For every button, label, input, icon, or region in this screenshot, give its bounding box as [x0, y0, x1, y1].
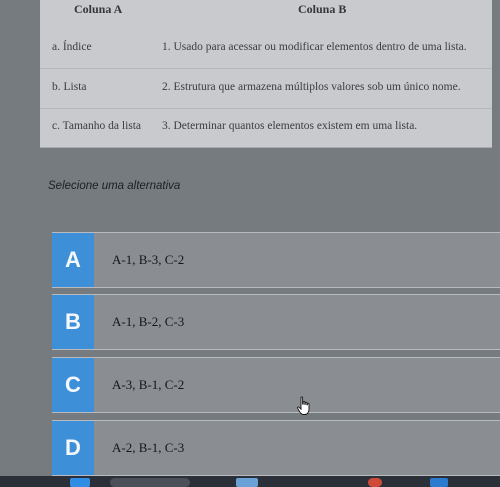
option-text: A-2, B-1, C-3	[112, 440, 185, 455]
windows-start-icon[interactable]	[70, 478, 90, 487]
matching-table: Coluna A Coluna B a. Índice 1. Usado par…	[40, 0, 492, 148]
option-b[interactable]: B A-1, B-2, C-3	[52, 294, 500, 350]
column-b-cell: 2. Estrutura que armazena múltiplos valo…	[162, 81, 461, 93]
column-a-cell: c. Tamanho da lista	[52, 120, 142, 132]
option-d[interactable]: D A-2, B-1, C-3	[52, 420, 500, 476]
file-explorer-icon[interactable]	[430, 478, 448, 487]
table-row: c. Tamanho da lista 3. Determinar quanto…	[40, 108, 492, 148]
hand-pointer-icon	[297, 396, 310, 415]
option-letter-badge: D	[52, 421, 94, 475]
taskbar	[0, 476, 500, 487]
column-b-cell: 1. Usado para acessar ou modificar eleme…	[162, 41, 467, 53]
option-a[interactable]: A A-1, B-3, C-2	[52, 232, 500, 288]
option-text: A-1, B-2, C-3	[112, 314, 185, 329]
option-letter-badge: C	[52, 358, 94, 412]
question-prompt: Selecione uma alternativa	[48, 180, 181, 192]
option-text: A-1, B-3, C-2	[112, 252, 185, 267]
search-icon[interactable]	[110, 478, 190, 487]
option-c[interactable]: C A-3, B-1, C-2	[52, 357, 500, 413]
option-letter-badge: A	[52, 233, 94, 287]
table-header: Coluna A Coluna B	[40, 0, 492, 28]
table-row: b. Lista 2. Estrutura que armazena múlti…	[40, 68, 492, 108]
column-a-cell: a. Índice	[52, 41, 92, 53]
column-b-cell: 3. Determinar quantos elementos existem …	[162, 120, 418, 132]
option-letter-badge: B	[52, 295, 94, 349]
table-row: a. Índice 1. Usado para acessar ou modif…	[40, 28, 492, 68]
column-a-header: Coluna A	[74, 2, 123, 16]
column-b-header: Coluna B	[298, 2, 347, 16]
browser-icon[interactable]	[368, 478, 382, 487]
app-icon[interactable]	[236, 478, 258, 487]
column-a-cell: b. Lista	[52, 81, 87, 93]
option-text: A-3, B-1, C-2	[112, 377, 185, 392]
